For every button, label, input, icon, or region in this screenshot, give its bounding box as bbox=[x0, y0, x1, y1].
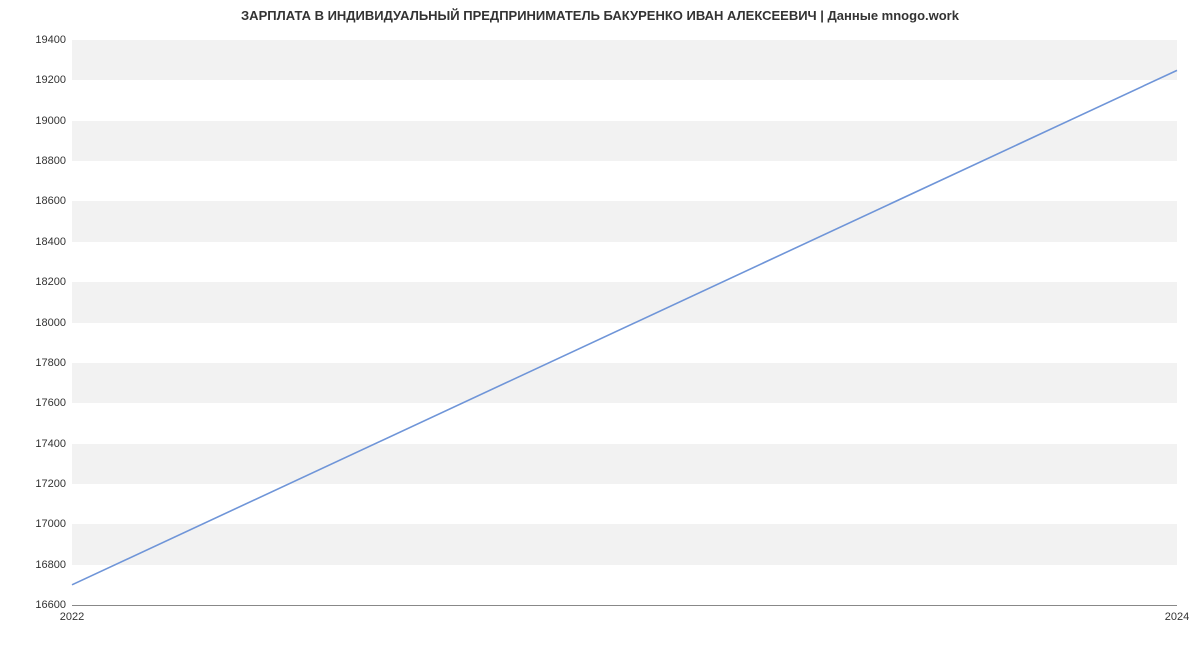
y-axis-tick: 17600 bbox=[6, 397, 66, 409]
chart-title: ЗАРПЛАТА В ИНДИВИДУАЛЬНЫЙ ПРЕДПРИНИМАТЕЛ… bbox=[0, 8, 1200, 23]
y-axis-tick: 17000 bbox=[6, 518, 66, 530]
y-axis-tick: 18600 bbox=[6, 195, 66, 207]
y-axis-tick: 18200 bbox=[6, 276, 66, 288]
y-axis-tick: 17800 bbox=[6, 357, 66, 369]
plot-area bbox=[72, 30, 1177, 606]
chart-container: ЗАРПЛАТА В ИНДИВИДУАЛЬНЫЙ ПРЕДПРИНИМАТЕЛ… bbox=[0, 0, 1200, 630]
x-axis-tick: 2022 bbox=[60, 611, 84, 623]
x-axis-tick: 2024 bbox=[1165, 611, 1189, 623]
y-axis-tick: 18400 bbox=[6, 236, 66, 248]
y-axis-tick: 17200 bbox=[6, 478, 66, 490]
y-axis-tick: 17400 bbox=[6, 438, 66, 450]
y-axis-tick: 18000 bbox=[6, 317, 66, 329]
y-axis-tick: 18800 bbox=[6, 155, 66, 167]
series-path bbox=[72, 70, 1177, 584]
y-axis-tick: 16600 bbox=[6, 599, 66, 611]
y-axis-tick: 16800 bbox=[6, 559, 66, 571]
y-axis-tick: 19000 bbox=[6, 115, 66, 127]
y-axis-tick: 19200 bbox=[6, 74, 66, 86]
y-axis-tick: 19400 bbox=[6, 34, 66, 46]
line-series bbox=[72, 30, 1177, 605]
